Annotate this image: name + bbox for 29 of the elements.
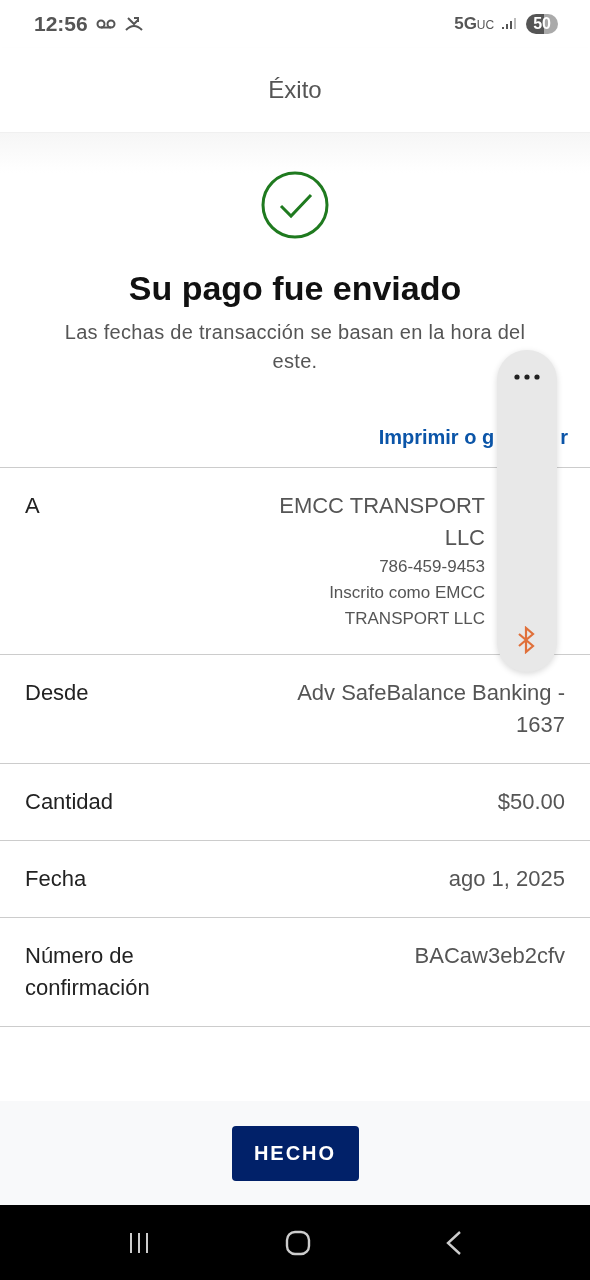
detail-note: Inscrito como EMCC TRANSPORT LLC [328,582,485,630]
print-link[interactable]: Imprimir o g r [378,426,568,449]
signal-icon [502,17,519,31]
detail-label: Fecha [25,865,88,893]
back-icon[interactable] [445,1229,463,1256]
timezone-note: Las fechas de transacción se basan en la hora del este. [63,320,527,374]
detail-label: Número de confirmación [25,942,151,1002]
status-time: 12:56 [34,12,88,36]
success-heading: Su pago fue enviado [128,269,462,308]
detail-value: EMCC TRANSPORT LLC [278,492,485,552]
home-icon[interactable] [285,1229,311,1256]
detail-value: $50.00 [497,788,565,816]
bluetooth-icon[interactable] [517,626,537,654]
page-title: Éxito [268,76,322,104]
detail-value: Adv SafeBalance Banking - 1637 [296,679,565,739]
detail-value: BACaw3eb2cfv [414,942,565,970]
done-button[interactable]: HECHO [231,1125,359,1181]
detail-label: Cantidad [25,788,115,816]
detail-note: 786-459-9453 [379,556,485,578]
detail-label: A [25,492,41,520]
detail-label: Desde [25,679,90,707]
more-icon[interactable] [514,374,540,380]
network-label: 5GUC [454,14,495,34]
recent-apps-icon[interactable] [127,1230,151,1255]
detail-value: ago 1, 2025 [448,865,565,893]
missed-call-icon [123,16,144,32]
battery-indicator: 50 [526,14,558,34]
check-circle-icon [261,171,329,239]
voicemail-icon [95,19,116,29]
